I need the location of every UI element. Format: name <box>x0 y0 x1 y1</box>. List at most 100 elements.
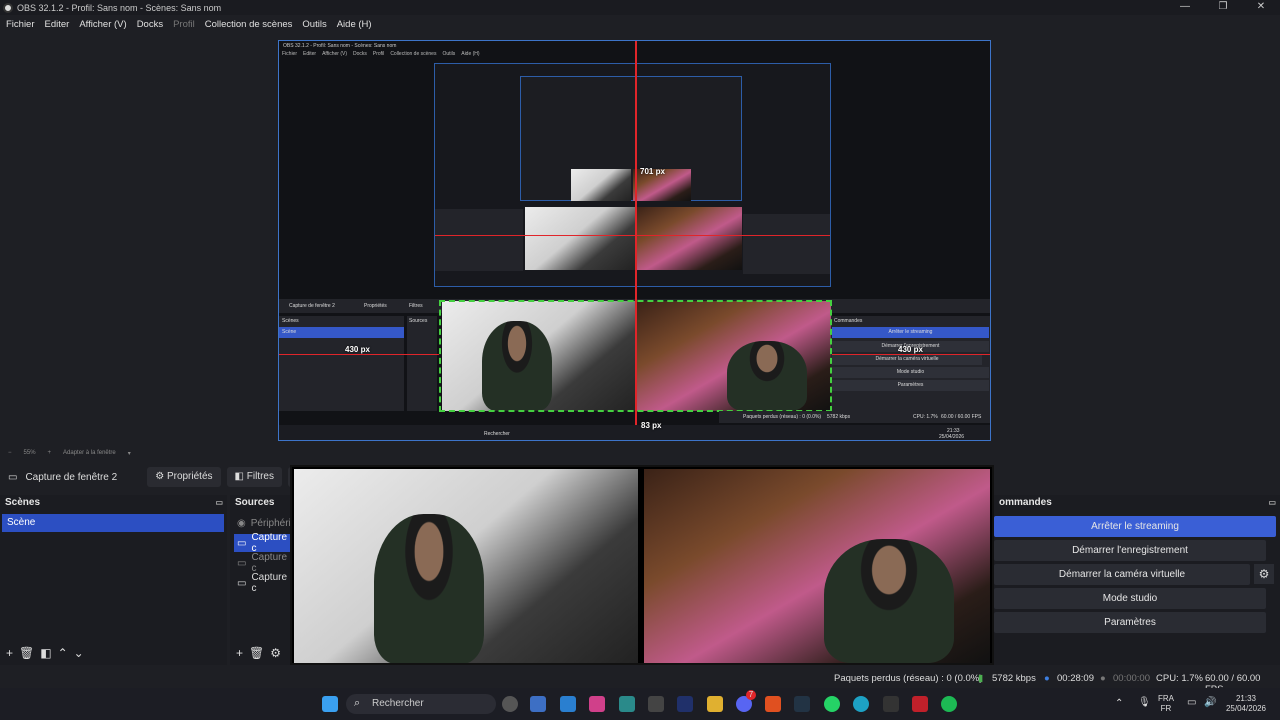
source-item[interactable]: ◉ Périphéri <box>234 514 294 532</box>
menu-editer[interactable]: Editer <box>45 19 70 30</box>
gear-icon: ⚙ <box>155 471 165 482</box>
nested-fps: 60.00 / 60.00 FPS <box>941 414 982 420</box>
nested-filters: Filtres <box>409 303 423 309</box>
source-item[interactable]: ▭ Capture c <box>234 552 294 574</box>
language-indicator[interactable]: FRA FR <box>1158 694 1174 714</box>
fit-window-button[interactable]: Adapter à la fenêtre <box>63 450 116 456</box>
mail-icon[interactable] <box>560 696 576 712</box>
zoom-in-button[interactable]: + <box>48 450 52 456</box>
menu-outils[interactable]: Outils <box>302 19 326 30</box>
steam-icon[interactable] <box>794 696 810 712</box>
stop-streaming-button[interactable]: Arrêter le streaming <box>994 516 1276 537</box>
audition-icon[interactable] <box>677 696 693 712</box>
zoom-bar: − 55% + Adapter à la fenêtre ▾ <box>0 447 300 459</box>
nested-cpu: CPU: 1.7% <box>913 414 938 420</box>
nested-menu-item: Fichier <box>282 51 298 57</box>
source-item[interactable]: ▭ Capture c <box>234 572 294 594</box>
nested-controls-panel <box>743 214 830 274</box>
close-button[interactable]: ✕ <box>1242 0 1280 15</box>
left-distance-label: 430 px <box>345 345 370 354</box>
taskbar-search[interactable]: Rechercher <box>346 694 496 714</box>
edge-icon[interactable] <box>853 696 869 712</box>
add-icon[interactable]: + <box>236 646 243 660</box>
studio-mode-button[interactable]: Mode studio <box>994 588 1266 609</box>
source-label: Capture c <box>251 572 288 594</box>
webcam-a <box>294 469 638 663</box>
zoom-value: 55% <box>23 450 36 456</box>
nested-webcam-b <box>636 207 742 270</box>
store-icon[interactable] <box>530 696 546 712</box>
windows-start-icon[interactable] <box>322 696 338 712</box>
nested-preview-level3 <box>520 76 742 201</box>
stream-icon: ● <box>1044 673 1050 684</box>
menu-aide[interactable]: Aide (H) <box>337 19 372 30</box>
status-bar: Paquets perdus (réseau) : 0 (0.0%) ▮ 578… <box>0 668 1280 695</box>
acrobat-icon[interactable] <box>912 696 928 712</box>
window-capture-icon: ▭ <box>8 471 18 483</box>
menu-fichier[interactable]: Fichier <box>6 19 35 30</box>
controls-title: ommandes <box>999 497 1052 508</box>
instagram-icon[interactable] <box>589 696 605 712</box>
clock[interactable]: 21:33 25/04/2026 <box>1224 694 1268 714</box>
menu-afficher[interactable]: Afficher (V) <box>79 19 126 30</box>
minimize-button[interactable]: — <box>1166 0 1204 15</box>
microphone-icon[interactable]: 🎙 <box>1138 698 1151 708</box>
trash-icon[interactable]: 🗑 <box>19 646 34 660</box>
nested-sources-dock: Sources <box>407 316 437 411</box>
spotify-icon[interactable] <box>941 696 957 712</box>
arrow-down-icon[interactable]: ⌄ <box>74 646 84 660</box>
sources-title: Sources <box>235 497 275 508</box>
webcam-b <box>644 469 990 663</box>
gear-icon[interactable]: ⚙ <box>270 646 281 660</box>
zoom-out-button[interactable]: − <box>8 450 12 456</box>
filters-button[interactable]: ◧ Filtres <box>226 467 282 487</box>
nested-sources-header: Sources <box>409 318 428 324</box>
properties-button[interactable]: ⚙ Propriétés <box>147 467 221 487</box>
undock-icon[interactable]: ▭ <box>1268 498 1276 507</box>
settings-button[interactable]: Paramètres <box>994 612 1266 633</box>
vegas-icon[interactable] <box>619 696 635 712</box>
epic-games-icon[interactable] <box>648 696 664 712</box>
nested-menu-bar: Fichier Editer Afficher (V) Docks Profil… <box>282 51 480 57</box>
brave-icon[interactable] <box>765 696 781 712</box>
obs-logo-icon <box>3 2 13 13</box>
preview-canvas[interactable]: OBS 32.1.2 - Profil: Sans nom - Scènes: … <box>278 40 991 441</box>
menu-collection-scenes[interactable]: Collection de scènes <box>205 19 293 30</box>
undock-icon[interactable]: ▭ <box>215 498 223 507</box>
discord-badge: 7 <box>746 690 756 700</box>
nested-menu-item: Collection de scènes <box>390 51 437 57</box>
folder-icon[interactable] <box>707 696 723 712</box>
filter-icon[interactable]: ◧ <box>40 646 51 660</box>
controls-header: ommandes ▭ <box>994 495 1280 511</box>
maximize-button[interactable]: ❐ <box>1204 0 1242 15</box>
obs-taskbar-icon[interactable] <box>502 696 518 712</box>
trash-icon[interactable]: 🗑 <box>249 646 264 660</box>
whatsapp-icon[interactable] <box>824 696 840 712</box>
menu-docks[interactable]: Docks <box>137 19 163 30</box>
nested-source-name: Capture de fenêtre 2 <box>289 303 335 309</box>
source-item[interactable]: ▭ Capture c <box>234 532 294 554</box>
start-recording-button[interactable]: Démarrer l'enregistrement <box>994 540 1266 561</box>
volume-icon[interactable]: 🔊 <box>1204 698 1216 708</box>
network-icon[interactable]: ▭ <box>1187 698 1196 708</box>
rockstar-icon[interactable] <box>883 696 899 712</box>
nested-menu-item: Profil <box>372 51 385 57</box>
filter-icon: ◧ <box>234 471 244 482</box>
virtual-camera-settings-icon[interactable]: ⚙ <box>1254 564 1274 584</box>
date: 25/04/2026 <box>1225 704 1267 713</box>
lang-top: FRA <box>1158 694 1174 703</box>
chevron-down-icon[interactable]: ▾ <box>128 450 131 457</box>
start-virtual-camera-button[interactable]: Démarrer la caméra virtuelle <box>994 564 1250 585</box>
arrow-up-icon[interactable]: ⌃ <box>58 646 68 660</box>
bitrate: 5782 kbps <box>992 673 1036 684</box>
sources-footer: + 🗑 ⚙ <box>230 643 281 663</box>
chevron-up-icon[interactable]: ⌃ <box>1115 699 1123 709</box>
time: 21:33 <box>1235 694 1257 703</box>
scene-item[interactable]: Scène <box>2 514 224 532</box>
window-title: OBS 32.1.2 - Profil: Sans nom - Scènes: … <box>17 2 222 13</box>
source-label: Capture c <box>251 552 288 574</box>
nested-studio-mode: Mode studio <box>832 367 989 378</box>
menu-profil[interactable]: Profil <box>173 19 195 30</box>
nested-menu-item: Docks <box>353 51 367 57</box>
add-icon[interactable]: + <box>6 646 13 660</box>
